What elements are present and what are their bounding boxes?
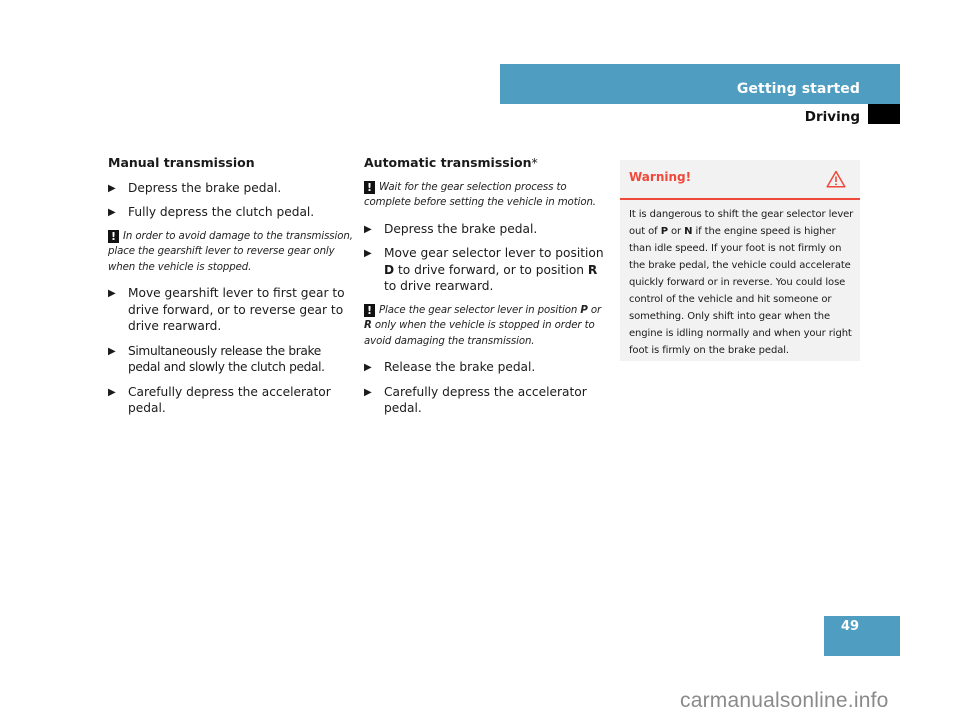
caution-note: ! Place the gear selector lever in positi… [364,303,609,350]
bullet-arrow-icon: ▶ [364,362,372,373]
bullet-arrow-icon: ▶ [108,207,116,218]
list-item: ▶ Carefully depress the accelerator peda… [364,384,609,417]
thumb-tab-marker [868,104,900,124]
text-part: or [667,226,685,237]
gear-p-label: P [580,304,588,316]
exclamation-icon: ! [364,180,375,194]
caution-note: ! Wait for the gear selection process to … [364,180,609,211]
gear-r-label: R [364,320,372,331]
text-part: Move gear selector lever to position [384,246,604,260]
automatic-transmission-section: Automatic transmission* ! Wait for the ge… [364,155,609,425]
step-text: Simultaneously release the brake pedal a… [128,343,325,375]
text-part: only when the vehicle is stopped in orde… [364,320,595,347]
note-text: In order to avoid damage to the transmis… [108,230,353,273]
bullet-arrow-icon: ▶ [108,345,116,357]
warning-triangle-icon [826,170,846,188]
gear-p-label: P [660,226,668,237]
page-number-box: 49 [824,616,900,656]
list-item: ▶ Depress the brake pedal. [108,180,353,197]
bullet-arrow-icon: ▶ [364,248,372,259]
automatic-heading-text: Automatic transmission [364,155,532,170]
gear-d-label: D [384,262,395,277]
watermark: carmanualsonline.info [680,689,889,712]
warning-text: It is dangerous to shift the gear select… [629,206,857,359]
step-text: Move gearshift lever to first gear to dr… [128,286,345,333]
step-text: Fully depress the clutch pedal. [128,205,315,219]
automatic-heading: Automatic transmission* [364,155,609,172]
exclamation-icon: ! [364,303,375,317]
list-item: ▶ Simultaneously release the brake pedal… [108,343,353,376]
page-number: 49 [841,619,860,634]
caution-note: ! In order to avoid damage to the transmi… [108,229,353,276]
step-text: Move gear selector lever to position D t… [384,246,604,293]
list-item: ▶ Depress the brake pedal. [364,221,609,238]
text-part: Place the gear selector lever in positio… [379,304,581,316]
footnote-mark: * [531,155,538,170]
step-text: Carefully depress the accelerator pedal. [384,384,587,416]
manual-heading: Manual transmission [108,155,255,170]
exclamation-icon: ! [108,229,119,243]
text-part: or [587,304,602,316]
bullet-arrow-icon: ▶ [364,386,372,398]
list-item: ▶ Carefully depress the accelerator peda… [108,384,353,417]
gear-r-label: R [587,262,598,277]
list-item: ▶ Release the brake pedal. [364,359,609,376]
text-part: if the engine speed is higher than idle … [629,226,852,356]
note-text: Wait for the gear selection process to c… [364,181,596,209]
list-item: ▶ Move gearshift lever to first gear to … [108,285,353,335]
bullet-arrow-icon: ▶ [108,182,116,194]
subsection-title: Driving [804,109,860,125]
warning-heading: Warning! [629,170,692,184]
section-header-bar: Getting started [500,64,900,104]
text-part: to drive rearward. [384,279,494,293]
step-text: Release the brake pedal. [384,360,536,374]
list-item: ▶ Fully depress the clutch pedal. [108,204,353,221]
list-item: ▶ Move gear selector lever to position D… [364,245,609,295]
step-text: Carefully depress the accelerator pedal. [128,384,331,416]
text-part: to drive forward, or to position [394,262,588,277]
section-title: Getting started [736,81,860,97]
warning-box: Warning! It is dangerous to shift the ge… [620,160,860,361]
warning-divider [620,198,860,200]
bullet-arrow-icon: ▶ [364,223,372,235]
step-text: Depress the brake pedal. [128,180,282,195]
step-text: Depress the brake pedal. [384,221,538,236]
manual-transmission-section: Manual transmission ▶ Depress the brake … [108,155,353,425]
bullet-arrow-icon: ▶ [108,386,116,398]
bullet-arrow-icon: ▶ [108,288,116,299]
